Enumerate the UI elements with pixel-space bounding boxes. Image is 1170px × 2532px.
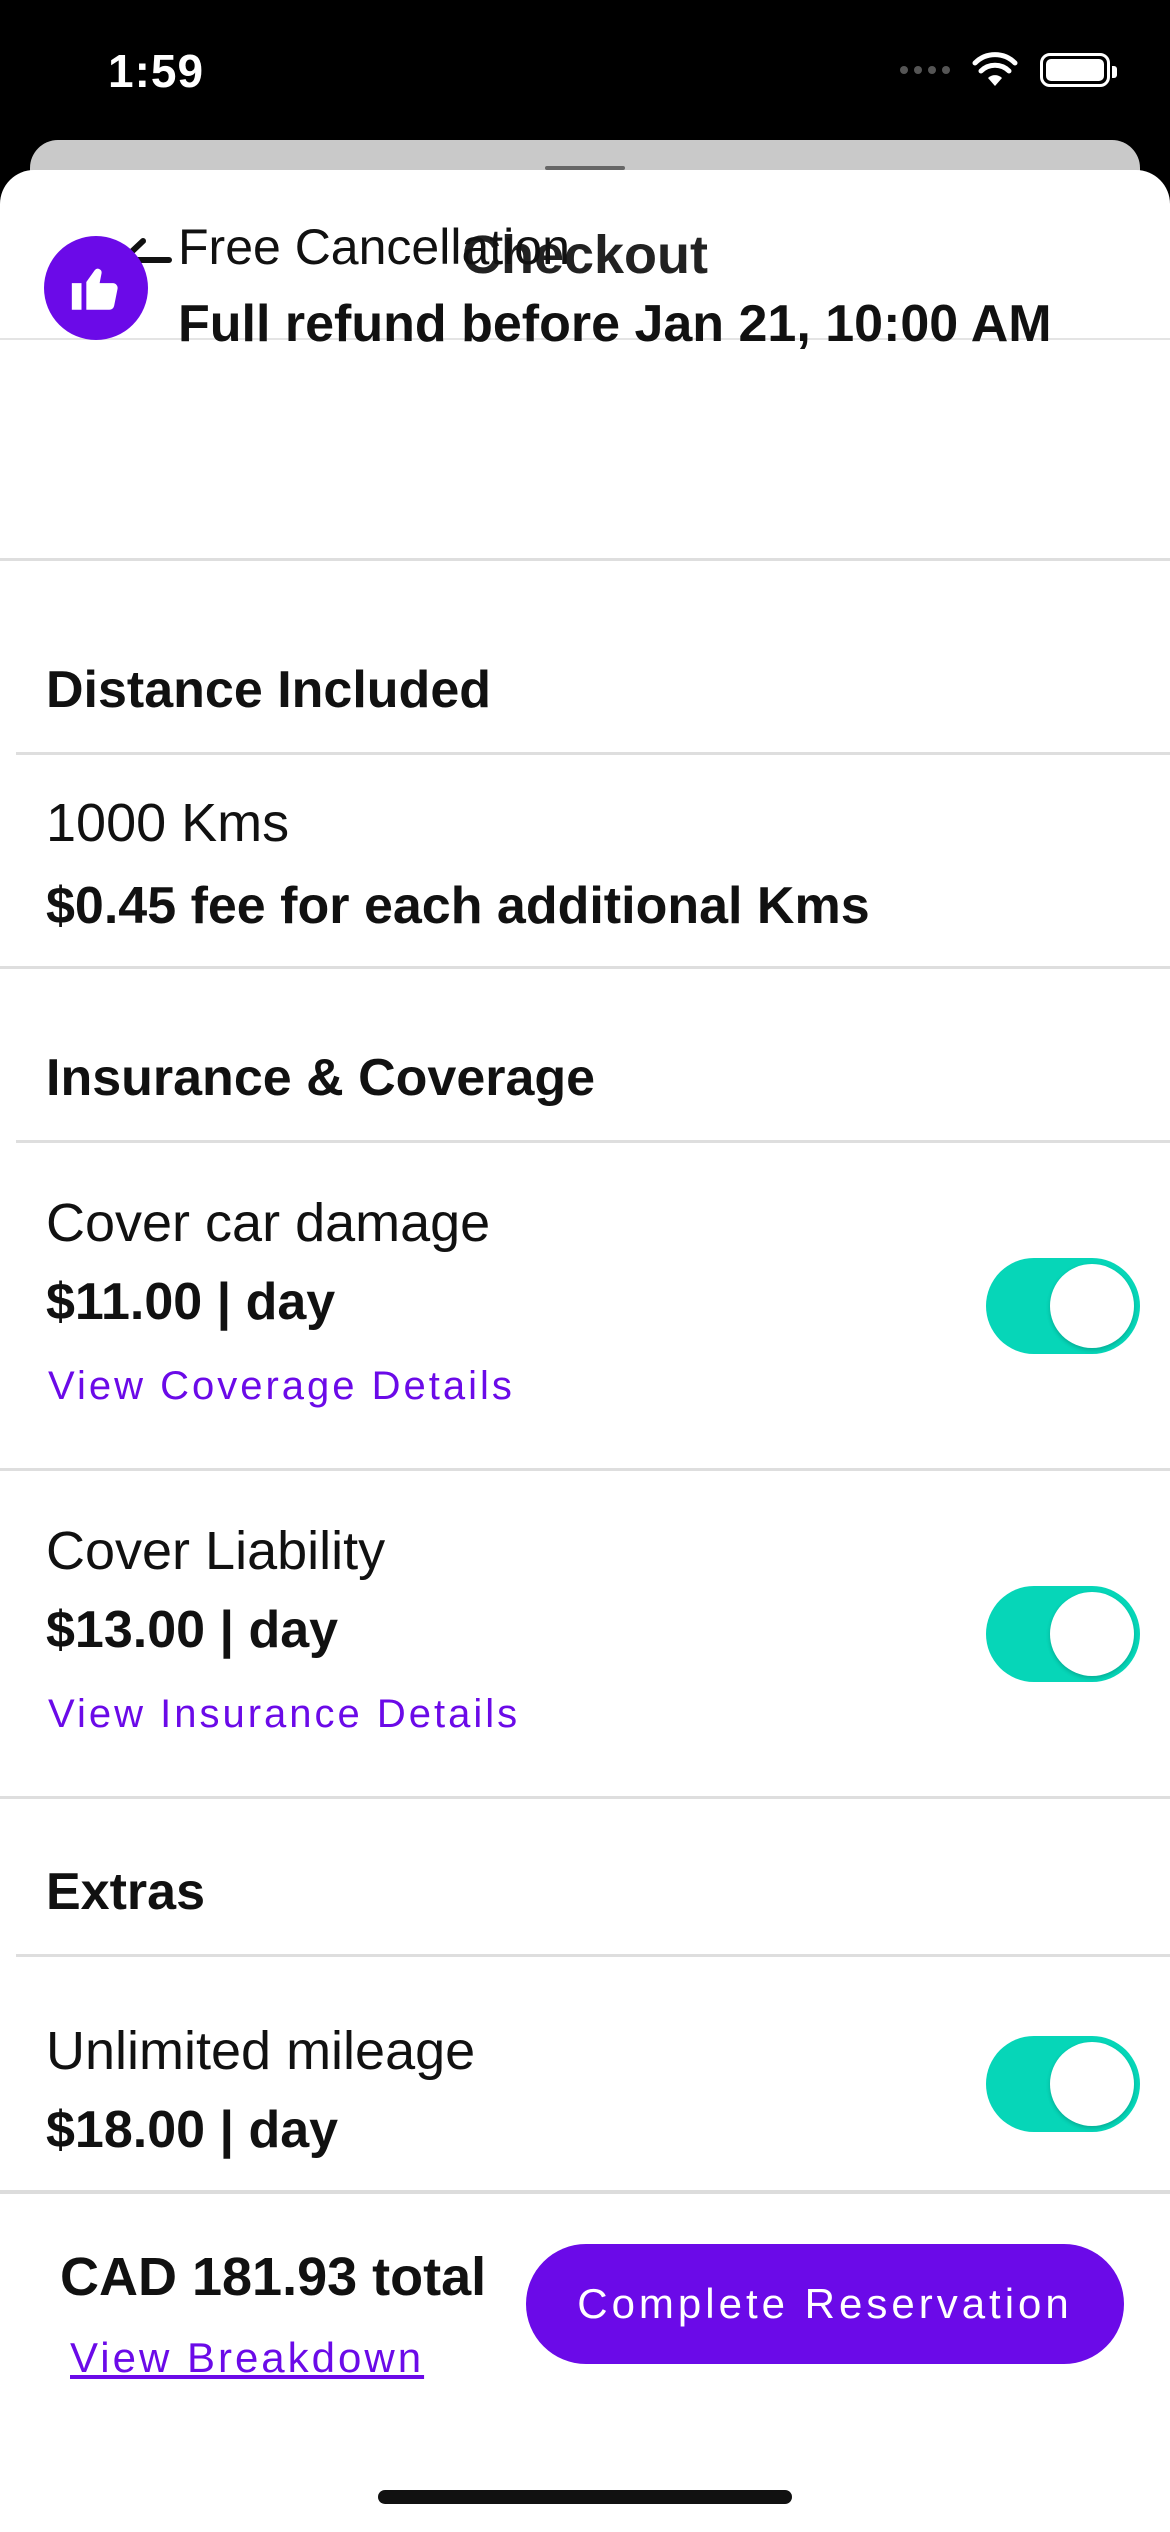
distance-amount: 1000 Kms <box>46 793 290 853</box>
status-time: 1:59 <box>108 45 205 97</box>
complete-reservation-button[interactable]: Complete Reservation <box>526 2244 1124 2364</box>
extras-section-title: Extras <box>46 1863 205 1921</box>
toggle-knob <box>1050 2042 1134 2126</box>
home-indicator[interactable] <box>378 2490 792 2504</box>
extra-item-price: $18.00 | day <box>46 2101 339 2159</box>
unlimited-mileage-toggle[interactable] <box>986 2036 1140 2132</box>
liability-item-price: $13.00 | day <box>46 1601 339 1659</box>
cellular-signal-icon <box>900 66 950 74</box>
toggle-knob <box>1050 1264 1134 1348</box>
insurance-section-title: Insurance & Coverage <box>46 1049 596 1107</box>
checkout-sheet: Checkout <box>0 170 1170 2532</box>
view-breakdown-link[interactable]: View Breakdown <box>70 2334 424 2382</box>
view-coverage-details-link[interactable]: View Coverage Details <box>48 1364 515 1409</box>
divider <box>0 1796 1170 1799</box>
wifi-icon <box>972 52 1018 86</box>
status-bar: 1:59 <box>0 0 1170 150</box>
coverage-item-price: $11.00 | day <box>46 1273 336 1331</box>
extra-item-label: Unlimited mileage <box>46 2021 476 2081</box>
divider <box>0 558 1170 561</box>
liability-item-label: Cover Liability <box>46 1521 386 1581</box>
cover-liability-toggle[interactable] <box>986 1586 1140 1682</box>
view-insurance-details-link[interactable]: View Insurance Details <box>48 1692 520 1737</box>
free-cancellation-title: Free Cancellation <box>178 219 570 275</box>
divider <box>16 1140 1170 1143</box>
coverage-item-label: Cover car damage <box>46 1193 491 1253</box>
toggle-knob <box>1050 1592 1134 1676</box>
battery-icon <box>1040 53 1117 87</box>
thumbs-up-icon <box>44 236 148 340</box>
divider <box>16 1954 1170 1957</box>
free-cancellation-subtitle: Full refund before Jan 21, 10:00 AM <box>178 295 1052 353</box>
divider <box>16 752 1170 755</box>
divider <box>0 1468 1170 1471</box>
cover-car-damage-toggle[interactable] <box>986 1258 1140 1354</box>
distance-fee: $0.45 fee for each additional Kms <box>46 877 870 935</box>
distance-section-title: Distance Included <box>46 661 491 719</box>
status-icons <box>900 52 1117 88</box>
divider <box>0 966 1170 969</box>
total-price: CAD 181.93 total <box>60 2247 487 2307</box>
